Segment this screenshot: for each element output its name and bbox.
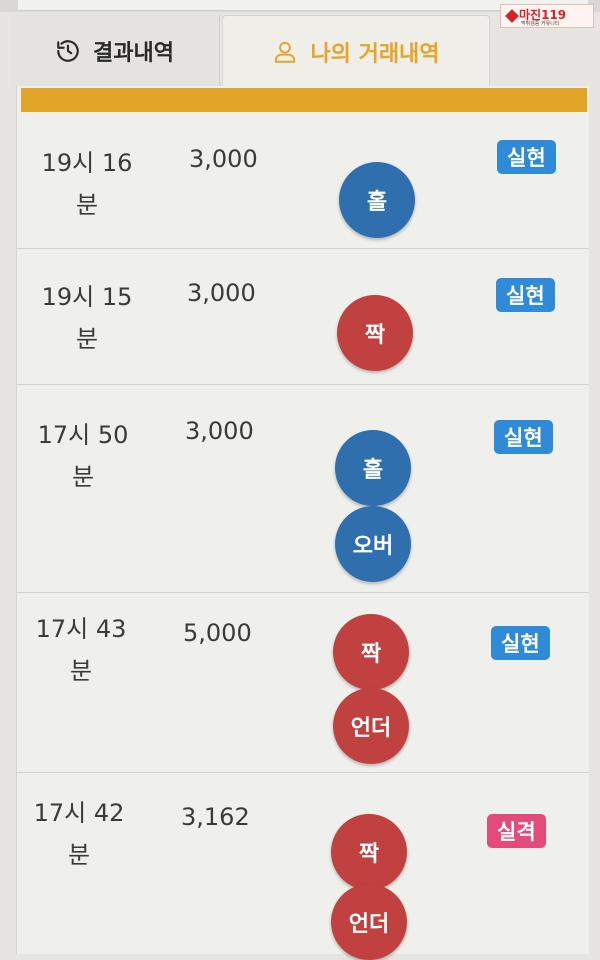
row-time-unit: 분 — [67, 841, 91, 869]
pick-chip: 짝 — [331, 814, 407, 890]
row-time-hour: 17시 43 — [35, 615, 127, 643]
row-time-hour: 19시 15 — [41, 283, 133, 311]
table-row: 19시 15 분 3,000 짝 실현 — [17, 248, 589, 385]
panel-accent-bar — [21, 88, 587, 112]
row-time: 17시 43 분 — [21, 608, 141, 692]
row-time-unit: 분 — [75, 325, 99, 353]
pick-chip: 홀 — [339, 162, 415, 238]
result-badge: 실현 — [494, 420, 553, 454]
tab-results[interactable]: 결과내역 — [10, 15, 220, 87]
tab-bar: 결과내역 나의 거래내역 — [10, 15, 590, 87]
row-amount: 3,000 — [185, 417, 254, 445]
row-amount: 3,000 — [187, 279, 256, 307]
pick-chip: 오버 — [335, 506, 411, 582]
tab-my-trades[interactable]: 나의 거래내역 — [222, 15, 490, 87]
tab-results-label: 결과내역 — [93, 41, 174, 66]
pick-chip: 홀 — [335, 430, 411, 506]
pick-chip: 짝 — [337, 295, 413, 371]
row-time-hour: 17시 42 — [33, 799, 125, 827]
row-time-hour: 17시 50 — [37, 421, 129, 449]
history-icon — [57, 40, 79, 62]
row-time-hour: 19시 16 — [41, 149, 133, 177]
row-amount: 5,000 — [183, 619, 252, 647]
row-time: 19시 16 분 — [27, 142, 147, 226]
result-badge: 실격 — [487, 814, 546, 848]
pick-chip: 언더 — [333, 688, 409, 764]
table-row: 17시 43 분 5,000 짝 언더 실현 — [17, 592, 589, 773]
row-time-unit: 분 — [71, 463, 95, 491]
row-time: 19시 15 분 — [27, 276, 147, 360]
row-time: 17시 42 분 — [19, 792, 139, 876]
table-row: 19시 16 분 3,000 홀 실현 — [17, 114, 589, 249]
table-row: 17시 42 분 3,162 짝 언더 실격 — [17, 772, 589, 960]
row-time-unit: 분 — [75, 191, 99, 219]
row-time: 17시 50 분 — [23, 414, 143, 498]
pick-chip: 언더 — [331, 884, 407, 960]
trade-history-panel: 19시 16 분 3,000 홀 실현 19시 15 분 3,000 짝 실현 … — [16, 86, 589, 960]
table-row: 17시 50 분 3,000 홀 오버 실현 — [17, 384, 589, 593]
pick-chip: 짝 — [333, 614, 409, 690]
tab-my-trades-label: 나의 거래내역 — [310, 41, 440, 67]
row-amount: 3,162 — [181, 803, 250, 831]
row-time-unit: 분 — [69, 657, 93, 685]
result-badge: 실현 — [491, 626, 550, 660]
row-amount: 3,000 — [189, 145, 258, 173]
result-badge: 실현 — [496, 278, 555, 312]
result-badge: 실현 — [497, 140, 556, 174]
user-icon — [275, 41, 296, 63]
